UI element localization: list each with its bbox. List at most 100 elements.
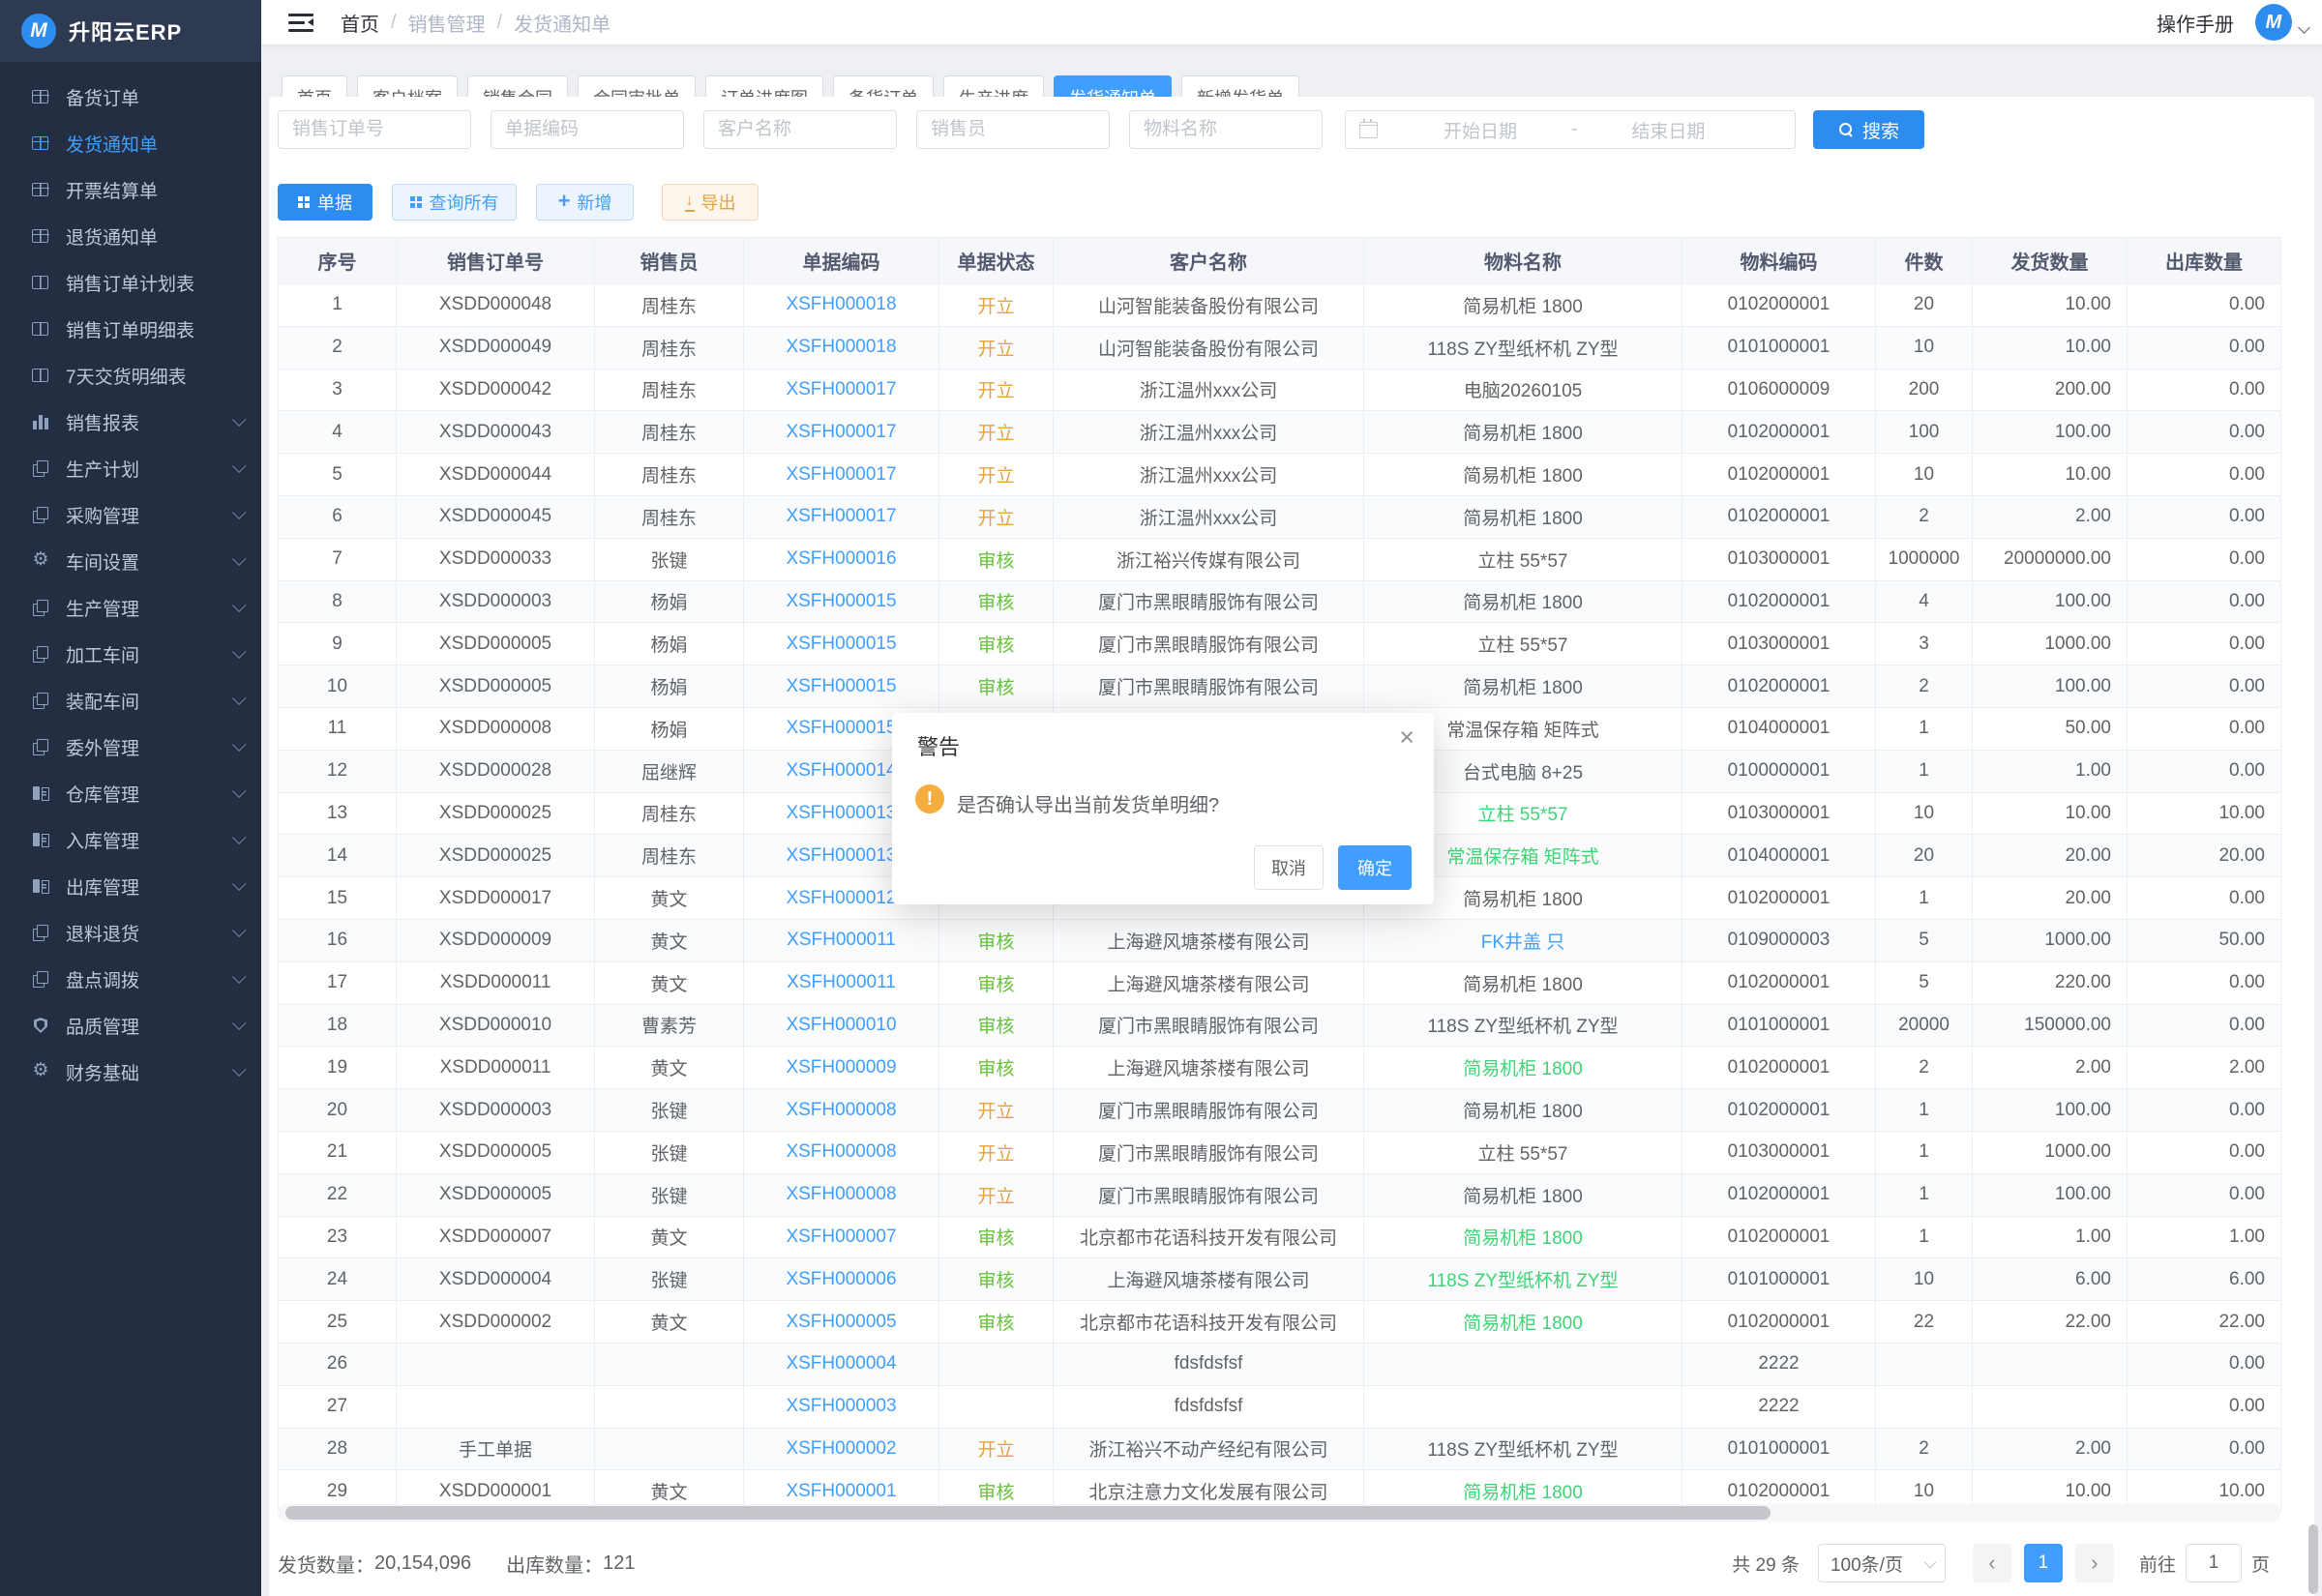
table-row[interactable]: 17 XSDD000011 黄文 XSFH000011 审核 上海避风塘茶楼有限… (279, 961, 2281, 1004)
doc-code-link[interactable]: XSFH000004 (786, 1353, 896, 1374)
table-row[interactable]: 2 XSDD000049 周桂东 XSFH000018 开立 山河智能装备股份有… (279, 326, 2281, 369)
cancel-button[interactable]: 取消 (1254, 845, 1324, 890)
close-icon[interactable]: × (1399, 724, 1414, 751)
doc-code-link[interactable]: XSFH000015 (786, 634, 896, 654)
doc-code-link[interactable]: XSFH000008 (786, 1184, 896, 1204)
avatar[interactable]: M (2255, 4, 2292, 41)
sidebar-item[interactable]: 备货订单 (0, 74, 261, 120)
doc-code-input[interactable] (491, 110, 684, 149)
table-row[interactable]: 20 XSDD000003 张键 XSFH000008 开立 厦门市黑眼睛服饰有… (279, 1089, 2281, 1132)
manual-link[interactable]: 操作手册 (2157, 9, 2234, 37)
sidebar-item[interactable]: 7天交货明细表 (0, 352, 261, 399)
doc-code-link[interactable]: XSFH000007 (786, 1227, 896, 1247)
sales-order-no-input[interactable] (278, 110, 471, 149)
doc-view-button[interactable]: 单据 (278, 184, 372, 221)
doc-code-link[interactable]: XSFH000003 (786, 1396, 896, 1416)
current-page-button[interactable]: 1 (2024, 1544, 2063, 1582)
doc-code-link[interactable]: XSFH000011 (787, 972, 896, 992)
table-row[interactable]: 6 XSDD000045 周桂东 XSFH000017 开立 浙江温州xxx公司… (279, 495, 2281, 538)
doc-code-link[interactable]: XSFH000002 (786, 1438, 896, 1459)
horizontal-scrollbar-thumb[interactable] (285, 1506, 1771, 1520)
doc-code-link[interactable]: XSFH000006 (786, 1269, 896, 1289)
add-button[interactable]: 新增 (536, 184, 634, 221)
prev-page-button[interactable]: ‹ (1973, 1544, 2011, 1582)
next-page-button[interactable]: › (2075, 1544, 2114, 1582)
doc-code-link[interactable]: XSFH000013 (786, 803, 896, 823)
table-row[interactable]: 8 XSDD000003 杨娟 XSFH000015 审核 厦门市黑眼睛服饰有限… (279, 580, 2281, 623)
doc-code-link[interactable]: XSFH000012 (786, 888, 896, 908)
table-row[interactable]: 9 XSDD000005 杨娟 XSFH000015 审核 厦门市黑眼睛服饰有限… (279, 623, 2281, 665)
table-row[interactable]: 27 XSFH000003 fdsfdsfsf 2222 0.00 (279, 1385, 2281, 1428)
table-row[interactable]: 26 XSFH000004 fdsfdsfsf 2222 0.00 (279, 1343, 2281, 1385)
material-name-input[interactable] (1129, 110, 1323, 149)
doc-code-link[interactable]: XSFH000018 (786, 337, 896, 357)
doc-code-link[interactable]: XSFH000013 (786, 845, 896, 866)
salesperson-input[interactable] (916, 110, 1110, 149)
doc-code-link[interactable]: XSFH000015 (786, 718, 896, 738)
vertical-scrollbar-thumb[interactable] (2308, 1524, 2318, 1594)
doc-code-link[interactable]: XSFH000011 (787, 930, 896, 950)
search-button[interactable]: 搜索 (1813, 110, 1924, 149)
table-row[interactable]: 25 XSDD000002 黄文 XSFH000005 审核 北京都市花语科技开… (279, 1301, 2281, 1344)
doc-code-link[interactable]: XSFH000014 (786, 760, 896, 781)
confirm-button[interactable]: 确定 (1338, 845, 1412, 890)
sidebar-item[interactable]: 入库管理 (0, 816, 261, 863)
table-row[interactable]: 1 XSDD000048 周桂东 XSFH000018 开立 山河智能装备股份有… (279, 284, 2281, 327)
sidebar-item[interactable]: 退货通知单 (0, 213, 261, 259)
doc-code-link[interactable]: XSFH000015 (786, 676, 896, 696)
doc-code-link[interactable]: XSFH000001 (786, 1481, 896, 1501)
table-row[interactable]: 24 XSDD000004 张键 XSFH000006 审核 上海避风塘茶楼有限… (279, 1258, 2281, 1301)
customer-name-input[interactable] (703, 110, 897, 149)
sidebar-item[interactable]: 盘点调拨 (0, 956, 261, 1002)
sidebar-item[interactable]: 财务基础 (0, 1049, 261, 1095)
doc-code-link[interactable]: XSFH000018 (786, 294, 896, 314)
sidebar-item[interactable]: 生产管理 (0, 584, 261, 631)
table-row[interactable]: 19 XSDD000011 黄文 XSFH000009 审核 上海避风塘茶楼有限… (279, 1047, 2281, 1089)
doc-code-link[interactable]: XSFH000017 (786, 379, 896, 399)
sidebar-item[interactable]: 品质管理 (0, 1002, 261, 1049)
table-row[interactable]: 10 XSDD000005 杨娟 XSFH000015 审核 厦门市黑眼睛服饰有… (279, 665, 2281, 708)
doc-code-link[interactable]: XSFH000017 (786, 506, 896, 526)
goto-page-input[interactable] (2186, 1544, 2242, 1582)
sidebar-item[interactable]: 销售订单明细表 (0, 306, 261, 352)
sidebar-item[interactable]: 销售报表 (0, 399, 261, 445)
sidebar-item[interactable]: 发货通知单 (0, 120, 261, 166)
sidebar-item[interactable]: 加工车间 (0, 631, 261, 677)
table-row[interactable]: 18 XSDD000010 曹素芳 XSFH000010 审核 厦门市黑眼睛服饰… (279, 1004, 2281, 1047)
doc-code-link[interactable]: XSFH000016 (786, 548, 896, 569)
sidebar-item[interactable]: 采购管理 (0, 491, 261, 538)
doc-code-link[interactable]: XSFH000008 (786, 1100, 896, 1120)
sidebar-item[interactable]: 装配车间 (0, 677, 261, 724)
breadcrumb-home[interactable]: 首页 (341, 9, 379, 37)
doc-code-link[interactable]: XSFH000017 (786, 464, 896, 485)
doc-code-link[interactable]: XSFH000017 (786, 422, 896, 442)
sidebar-item[interactable]: 出库管理 (0, 863, 261, 909)
table-row[interactable]: 21 XSDD000005 张键 XSFH000008 开立 厦门市黑眼睛服饰有… (279, 1131, 2281, 1173)
doc-code-link[interactable]: XSFH000008 (786, 1141, 896, 1162)
query-all-button[interactable]: 查询所有 (392, 184, 517, 221)
doc-code-link[interactable]: XSFH000005 (786, 1312, 896, 1332)
page-size-select[interactable]: 100条/页 (1818, 1544, 1946, 1582)
sidebar-item[interactable]: 开票结算单 (0, 166, 261, 213)
sidebar-item[interactable]: 生产计划 (0, 445, 261, 491)
sidebar-item[interactable]: 车间设置 (0, 538, 261, 584)
table-row[interactable]: 3 XSDD000042 周桂东 XSFH000017 开立 浙江温州xxx公司… (279, 369, 2281, 411)
table-row[interactable]: 5 XSDD000044 周桂东 XSFH000017 开立 浙江温州xxx公司… (279, 454, 2281, 496)
doc-code-link[interactable]: XSFH000009 (786, 1057, 896, 1078)
sidebar-item[interactable]: 委外管理 (0, 724, 261, 770)
user-caret-icon[interactable] (2298, 21, 2310, 34)
table-row[interactable]: 4 XSDD000043 周桂东 XSFH000017 开立 浙江温州xxx公司… (279, 411, 2281, 454)
breadcrumb-sales[interactable]: 销售管理 (408, 9, 486, 37)
sidebar-item[interactable]: 退料退货 (0, 909, 261, 956)
table-row[interactable]: 28 手工单据 XSFH000002 开立 浙江裕兴不动产经纪有限公司 118S… (279, 1428, 2281, 1470)
date-range-picker[interactable]: 开始日期 - 结束日期 (1345, 110, 1796, 149)
doc-code-link[interactable]: XSFH000015 (786, 591, 896, 611)
table-row[interactable]: 7 XSDD000033 张键 XSFH000016 审核 浙江裕兴传媒有限公司… (279, 538, 2281, 580)
table-row[interactable]: 23 XSDD000007 黄文 XSFH000007 审核 北京都市花语科技开… (279, 1216, 2281, 1258)
table-row[interactable]: 16 XSDD000009 黄文 XSFH000011 审核 上海避风塘茶楼有限… (279, 919, 2281, 961)
table-row[interactable]: 22 XSDD000005 张键 XSFH000008 开立 厦门市黑眼睛服饰有… (279, 1173, 2281, 1216)
sidebar-item[interactable]: 仓库管理 (0, 770, 261, 816)
export-button[interactable]: 导出 (662, 184, 759, 221)
sidebar-item[interactable]: 销售订单计划表 (0, 259, 261, 306)
doc-code-link[interactable]: XSFH000010 (786, 1015, 896, 1035)
